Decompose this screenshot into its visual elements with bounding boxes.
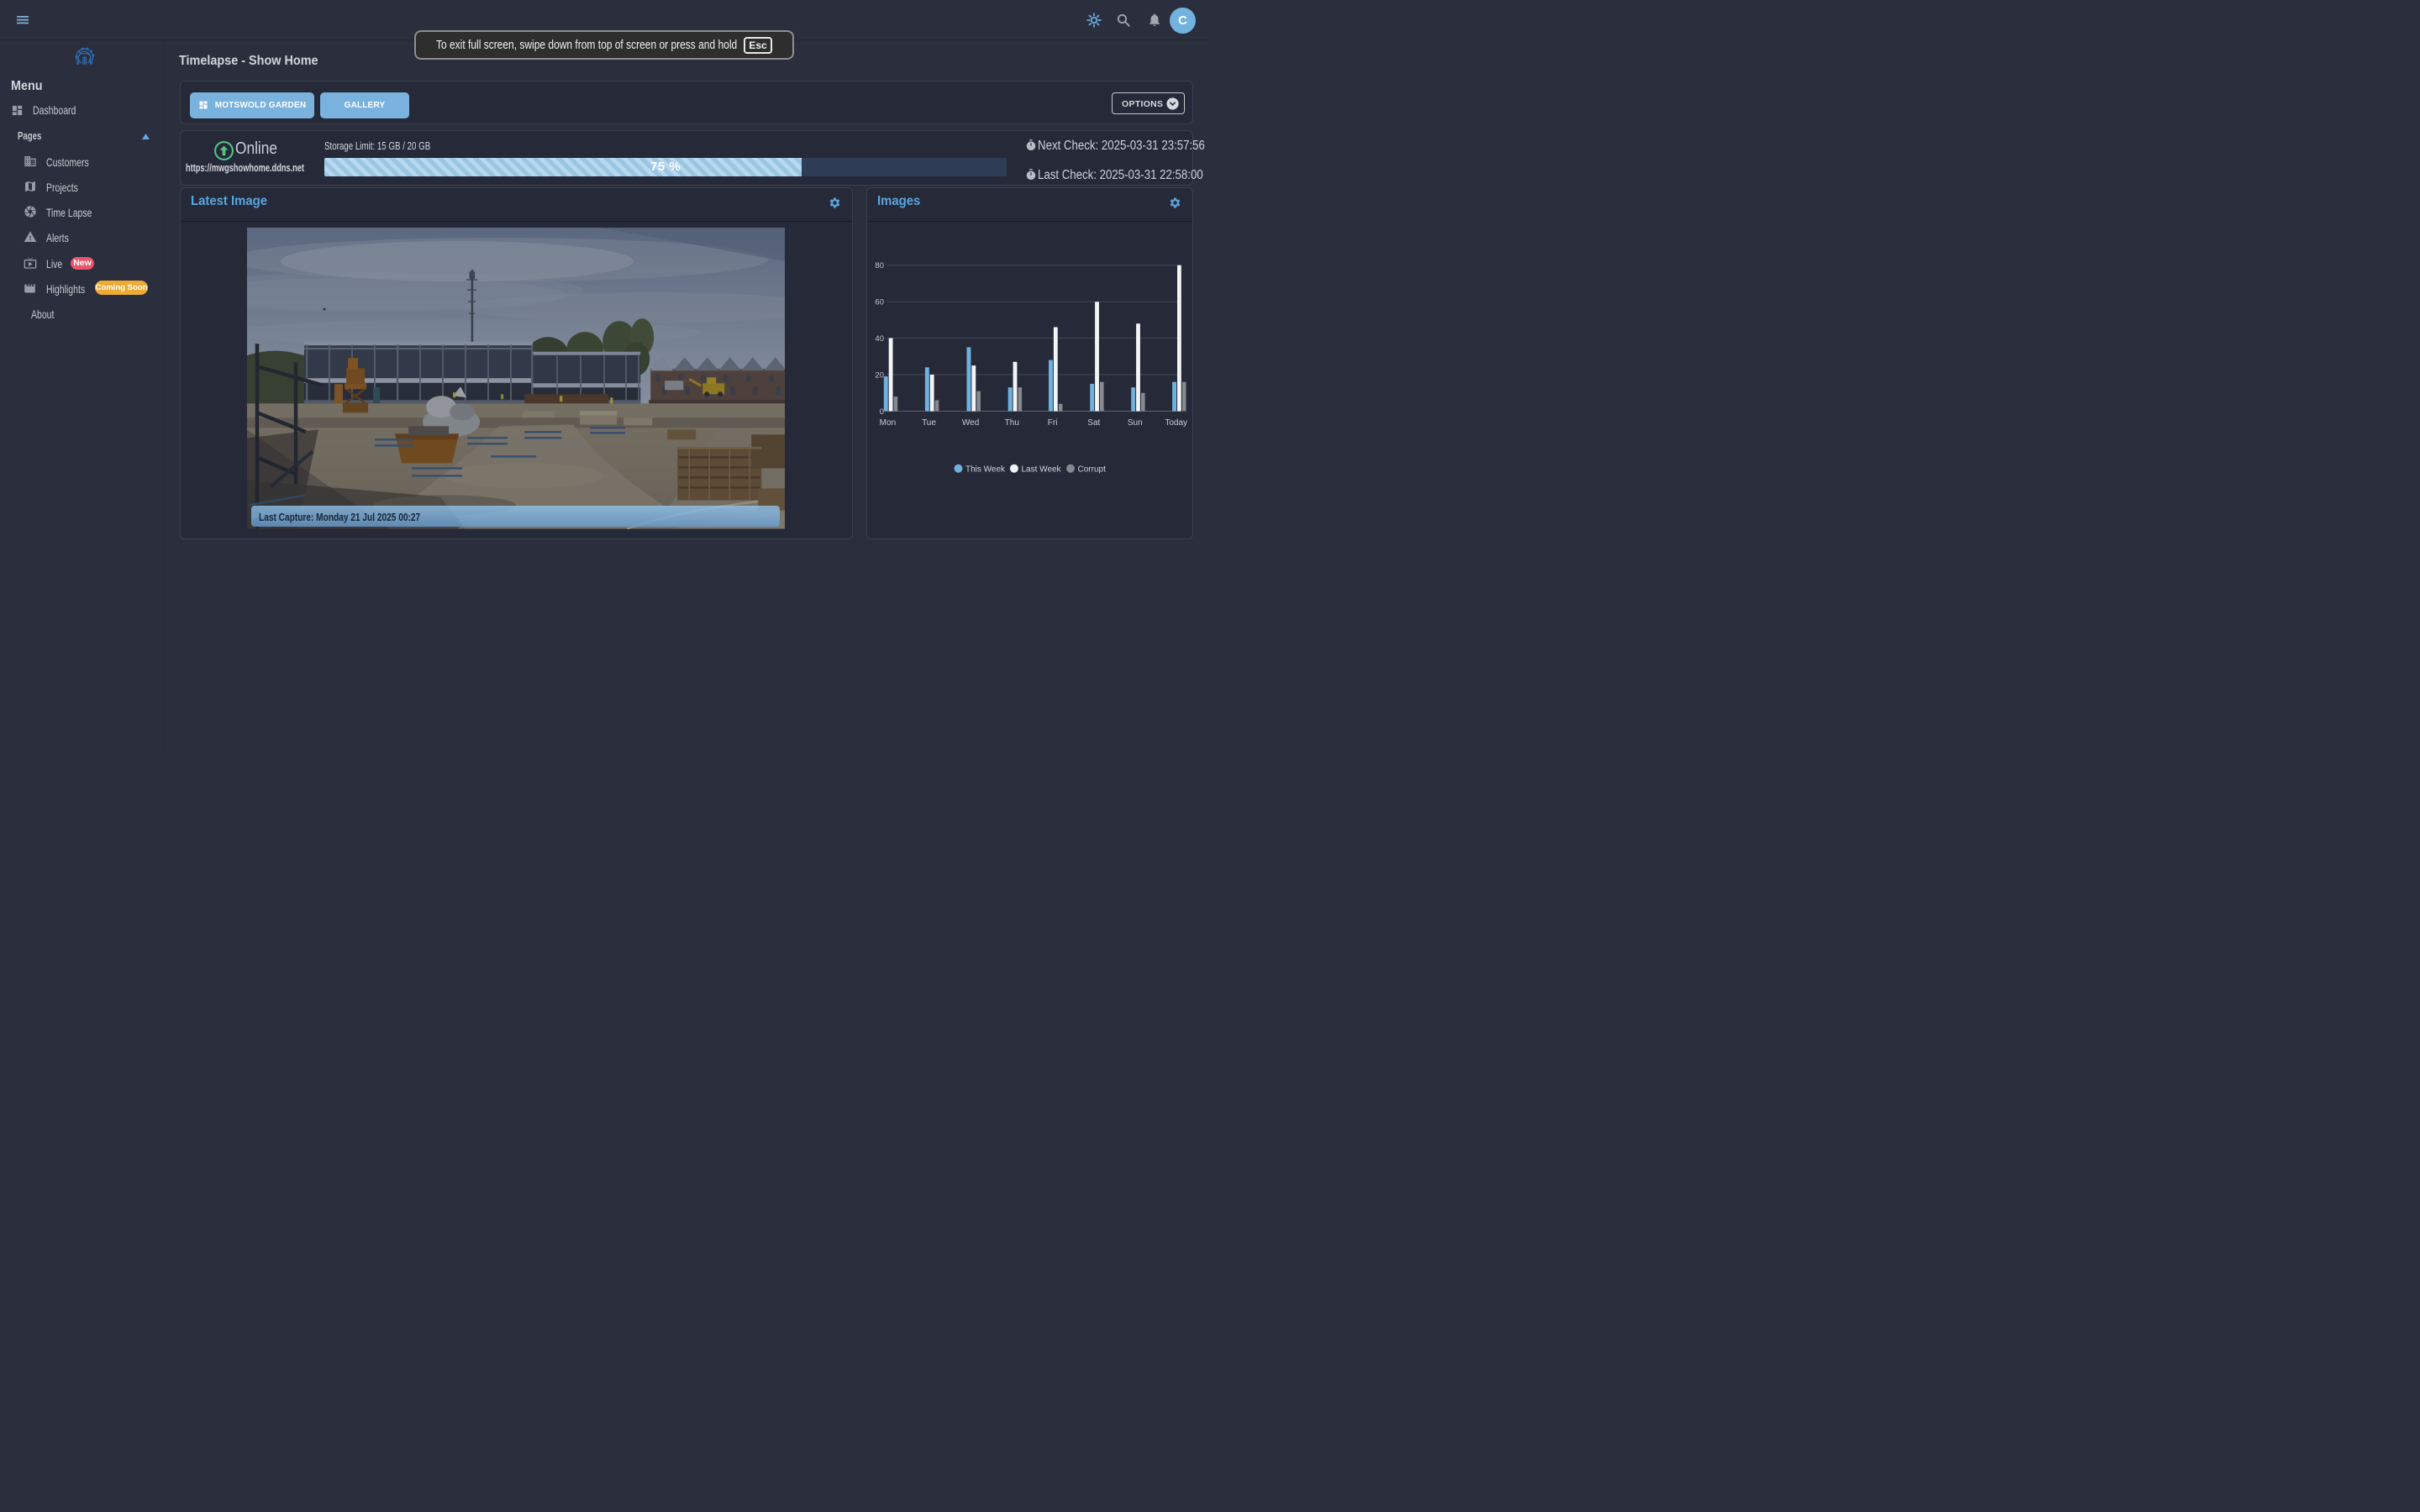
svg-text:Tue: Tue xyxy=(922,418,936,428)
svg-text:60: 60 xyxy=(875,297,884,307)
svg-text:This Week: This Week xyxy=(965,465,1006,474)
svg-text:0: 0 xyxy=(879,407,883,416)
svg-text:80: 80 xyxy=(875,261,884,270)
svg-text:Wed: Wed xyxy=(961,418,978,428)
svg-text:40: 40 xyxy=(875,333,884,343)
svg-text:Corrupt: Corrupt xyxy=(1077,465,1106,474)
svg-text:Thu: Thu xyxy=(1004,418,1018,428)
svg-text:Today: Today xyxy=(1165,418,1187,428)
svg-text:Last Week: Last Week xyxy=(1021,465,1061,474)
svg-text:Fri: Fri xyxy=(1047,418,1057,428)
svg-text:20: 20 xyxy=(875,370,884,380)
svg-text:Mon: Mon xyxy=(879,418,895,428)
svg-text:Sun: Sun xyxy=(1127,418,1142,428)
svg-text:Sat: Sat xyxy=(1087,418,1100,428)
